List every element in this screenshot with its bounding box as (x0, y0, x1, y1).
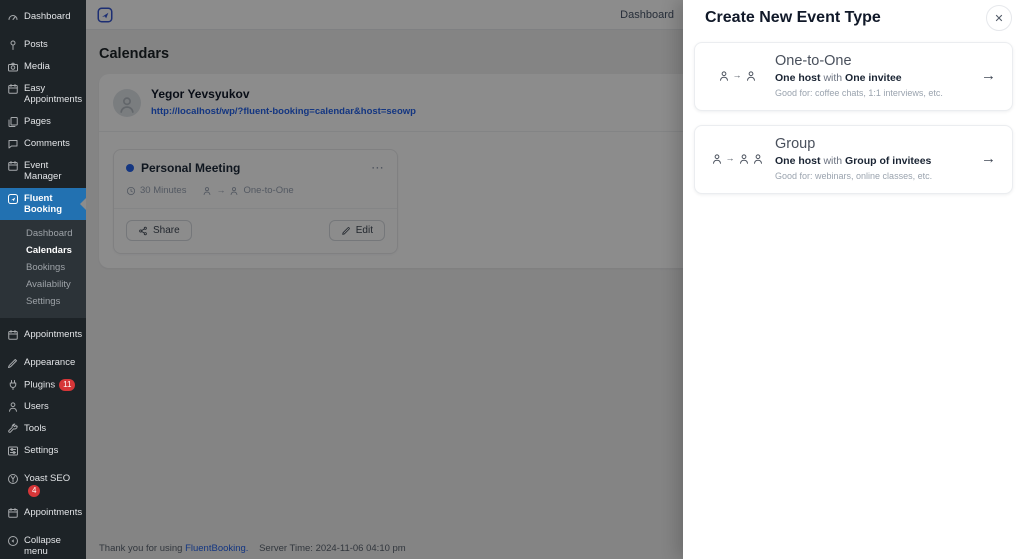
sliders-icon (7, 445, 19, 457)
calendar-icon (7, 507, 19, 519)
sidebar-item-tools[interactable]: Tools (0, 418, 86, 440)
collapse-icon (7, 535, 19, 547)
person-icon (753, 153, 762, 164)
go-arrow-icon: → (981, 67, 996, 84)
drawer-body: → One-to-One One host with One invitee G… (683, 36, 1024, 200)
fluent-booking-submenu: Dashboard Calendars Bookings Availabilit… (0, 220, 86, 319)
submenu-item-settings[interactable]: Settings (0, 293, 86, 310)
option-text: Group One host with Group of invitees Go… (775, 136, 971, 181)
sidebar-item-pages[interactable]: Pages (0, 111, 86, 133)
group-icon: → (709, 153, 765, 165)
fluent-booking-icon (7, 193, 19, 205)
option-card-one-to-one[interactable]: → One-to-One One host with One invitee G… (694, 42, 1013, 111)
sidebar-item-appointments-2[interactable]: Appointments (0, 502, 86, 524)
option-subtitle: One host with Group of invitees (775, 155, 932, 167)
calendar-icon (7, 160, 19, 172)
option-title: Group (775, 136, 816, 152)
wrench-icon (7, 423, 19, 435)
sidebar-item-settings[interactable]: Settings (0, 440, 86, 462)
dashboard-icon (7, 11, 19, 23)
sidebar-item-collapse-menu[interactable]: Collapse menu (0, 530, 86, 559)
person-icon (746, 70, 755, 81)
person-icon (719, 70, 728, 81)
sidebar-item-easy-appointments[interactable]: Easy Appointments (0, 78, 86, 111)
plug-icon (7, 379, 19, 391)
option-subtitle: One host with One invitee (775, 72, 902, 84)
sidebar-item-plugins[interactable]: Plugins 11 (0, 374, 86, 396)
arrow-right-icon: → (732, 70, 742, 80)
screen: Dashboard Posts Media Easy Appointments … (0, 0, 1024, 559)
option-description: Good for: coffee chats, 1:1 interviews, … (775, 88, 943, 98)
yoast-icon (7, 473, 19, 485)
submenu-item-bookings[interactable]: Bookings (0, 259, 86, 276)
sidebar-item-users[interactable]: Users (0, 396, 86, 418)
comment-icon (7, 138, 19, 150)
sidebar-item-dashboard[interactable]: Dashboard (0, 6, 86, 28)
plugins-update-badge: 11 (59, 379, 76, 392)
calendar-icon (7, 329, 19, 341)
calendar-icon (7, 83, 19, 95)
option-title: One-to-One (775, 53, 852, 69)
close-icon: ✕ (994, 12, 1004, 25)
option-card-group[interactable]: → Group One host with Group of invitees … (694, 125, 1013, 194)
submenu-item-calendars[interactable]: Calendars (0, 242, 86, 259)
sidebar-item-posts[interactable]: Posts (0, 34, 86, 56)
sidebar-item-fluent-booking[interactable]: Fluent Booking (0, 187, 86, 221)
admin-sidebar: Dashboard Posts Media Easy Appointments … (0, 0, 86, 559)
sidebar-item-appointments[interactable]: Appointments (0, 324, 86, 346)
yoast-notification-badge: 4 (28, 484, 41, 497)
brush-icon (7, 357, 19, 369)
option-description: Good for: webinars, online classes, etc. (775, 171, 933, 181)
camera-icon (7, 61, 19, 73)
sidebar-item-comments[interactable]: Comments (0, 133, 86, 155)
pages-icon (7, 116, 19, 128)
create-event-type-drawer: Create New Event Type ✕ → One-to-One One… (683, 0, 1024, 559)
sidebar-item-event-manager[interactable]: Event Manager (0, 155, 86, 188)
close-button[interactable]: ✕ (986, 5, 1012, 31)
user-icon (7, 401, 19, 413)
submenu-item-availability[interactable]: Availability (0, 276, 86, 293)
drawer-header: Create New Event Type ✕ (683, 0, 1024, 36)
sidebar-item-media[interactable]: Media (0, 56, 86, 78)
sidebar-item-appearance[interactable]: Appearance (0, 352, 86, 374)
person-icon (712, 153, 721, 164)
option-text: One-to-One One host with One invitee Goo… (775, 53, 971, 98)
pin-icon (7, 39, 19, 51)
submenu-item-dashboard[interactable]: Dashboard (0, 225, 86, 242)
go-arrow-icon: → (981, 150, 996, 167)
drawer-title: Create New Event Type (705, 9, 881, 26)
one-to-one-icon: → (709, 70, 765, 82)
sidebar-item-yoast-seo[interactable]: Yoast SEO4 (0, 468, 86, 501)
person-icon (739, 153, 748, 164)
arrow-right-icon: → (725, 153, 735, 163)
